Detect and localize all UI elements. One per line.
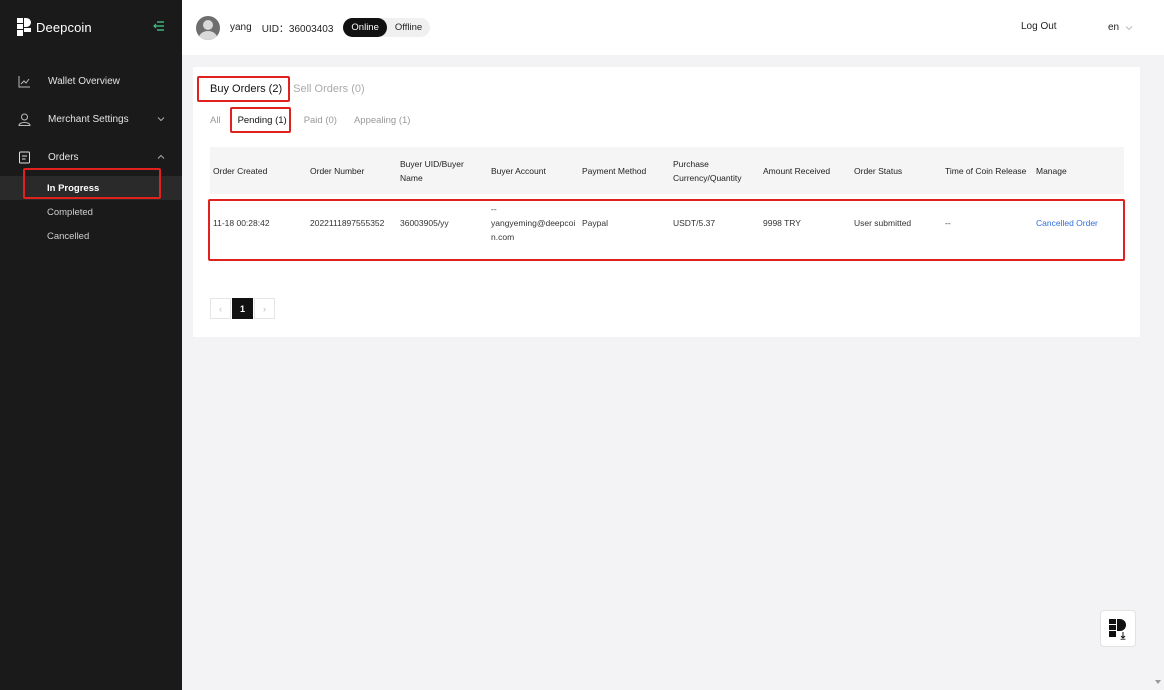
app-download-icon: [1109, 618, 1126, 640]
sidebar-item-wallet-overview[interactable]: Wallet Overview: [0, 62, 182, 100]
subtab-appealing[interactable]: Appealing (1): [354, 115, 411, 126]
cell-order-created: 11-18 00:28:42: [213, 218, 270, 228]
cell-amount-received: 9998 TRY: [763, 218, 801, 228]
menu-collapse-icon[interactable]: [153, 20, 165, 32]
sidebar-subitem-completed[interactable]: Completed: [0, 200, 182, 224]
column-header: Time of Coin Release: [945, 165, 1027, 176]
pagination: ‹ 1 ›: [210, 298, 275, 319]
deepcoin-logo-icon: [17, 18, 31, 36]
sidebar-nav: Wallet Overview Merchant Settings Orders: [0, 62, 182, 248]
cell-buyer-uid: 36003905/yy: [400, 218, 449, 228]
tab-buy-orders[interactable]: Buy Orders (2): [210, 83, 282, 95]
column-header: Order Status: [854, 165, 903, 176]
cell-currency-quantity: USDT/5.37: [673, 218, 716, 228]
pagination-prev-button[interactable]: ‹: [210, 298, 231, 319]
sidebar-subitem-in-progress[interactable]: In Progress: [0, 176, 182, 200]
language-value: en: [1108, 22, 1120, 33]
cancelled-order-link[interactable]: Cancelled Order: [1033, 216, 1124, 230]
orders-card: Buy Orders (2) Sell Orders (0) All Pendi…: [193, 67, 1140, 337]
sidebar-item-merchant-settings[interactable]: Merchant Settings: [0, 100, 182, 138]
table-row[interactable]: 11-18 00:28:42 2022111897555352 36003905…: [210, 194, 1124, 252]
cell-coin-release-time: --: [945, 218, 951, 228]
column-header: Order Number: [310, 165, 365, 176]
column-header: Manage: [1036, 165, 1067, 176]
sidebar-item-label: Merchant Settings: [48, 113, 129, 125]
status-toggle: Online Offline: [343, 18, 431, 37]
subtab-paid[interactable]: Paid (0): [304, 115, 337, 126]
brand-name: Deepcoin: [36, 19, 92, 35]
chevron-down-icon: [1125, 25, 1133, 30]
language-select[interactable]: en: [1108, 22, 1133, 33]
sidebar-subitem-label: Completed: [47, 206, 93, 218]
pagination-next-button[interactable]: ›: [254, 298, 275, 319]
pagination-page[interactable]: 1: [232, 298, 253, 319]
document-icon: [19, 151, 30, 163]
chevron-up-icon: [157, 154, 165, 159]
chevron-down-icon: [157, 117, 165, 122]
cell-payment-method: Paypal: [582, 218, 608, 228]
avatar[interactable]: [196, 15, 220, 40]
cell-buyer-account: -- yangyeming@deepcoin.com: [491, 204, 576, 242]
sidebar-subitem-label: In Progress: [47, 182, 100, 194]
chart-line-icon: [18, 75, 30, 87]
sidebar-item-label: Orders: [48, 151, 79, 163]
topbar: yang UID：36003403 Online Offline Log Out…: [182, 0, 1164, 55]
logo[interactable]: Deepcoin: [0, 0, 182, 54]
order-type-tabs: Buy Orders (2) Sell Orders (0): [210, 83, 376, 95]
sidebar-item-label: Wallet Overview: [48, 75, 120, 87]
subtab-all[interactable]: All: [210, 115, 221, 126]
column-header: Purchase Currency/Quantity: [673, 158, 742, 183]
app-download-button[interactable]: [1100, 610, 1136, 647]
user-uid: UID：36003403: [261, 24, 334, 35]
order-status-tabs: All Pending (1) Paid (0) Appealing (1): [210, 115, 427, 126]
orders-table: Order Created Order Number Buyer UID/Buy…: [210, 147, 1124, 252]
column-header: Amount Received: [763, 165, 831, 176]
table-header: Order Created Order Number Buyer UID/Buy…: [210, 147, 1124, 194]
sidebar-subitem-cancelled[interactable]: Cancelled: [0, 224, 182, 248]
column-header: Order Created: [213, 165, 268, 176]
column-header: Buyer Account: [491, 165, 546, 176]
logout-link[interactable]: Log Out: [1021, 21, 1057, 32]
user-icon: [18, 113, 31, 126]
column-header: Buyer UID/Buyer Name: [400, 158, 464, 183]
sidebar-item-orders[interactable]: Orders: [0, 138, 182, 176]
status-online-button[interactable]: Online: [343, 18, 387, 37]
status-offline-button[interactable]: Offline: [387, 18, 430, 37]
subtab-pending[interactable]: Pending (1): [238, 115, 287, 126]
scroll-down-arrow-icon[interactable]: [1154, 678, 1162, 686]
column-header: Payment Method: [582, 165, 647, 176]
sidebar: Deepcoin Wallet Overview Merchant Settin…: [0, 0, 182, 690]
username: yang: [230, 22, 252, 33]
tab-sell-orders[interactable]: Sell Orders (0): [293, 83, 365, 95]
sidebar-subitem-label: Cancelled: [47, 230, 90, 242]
cell-order-number: 2022111897555352: [310, 218, 385, 228]
cell-order-status: User submitted: [854, 218, 912, 228]
